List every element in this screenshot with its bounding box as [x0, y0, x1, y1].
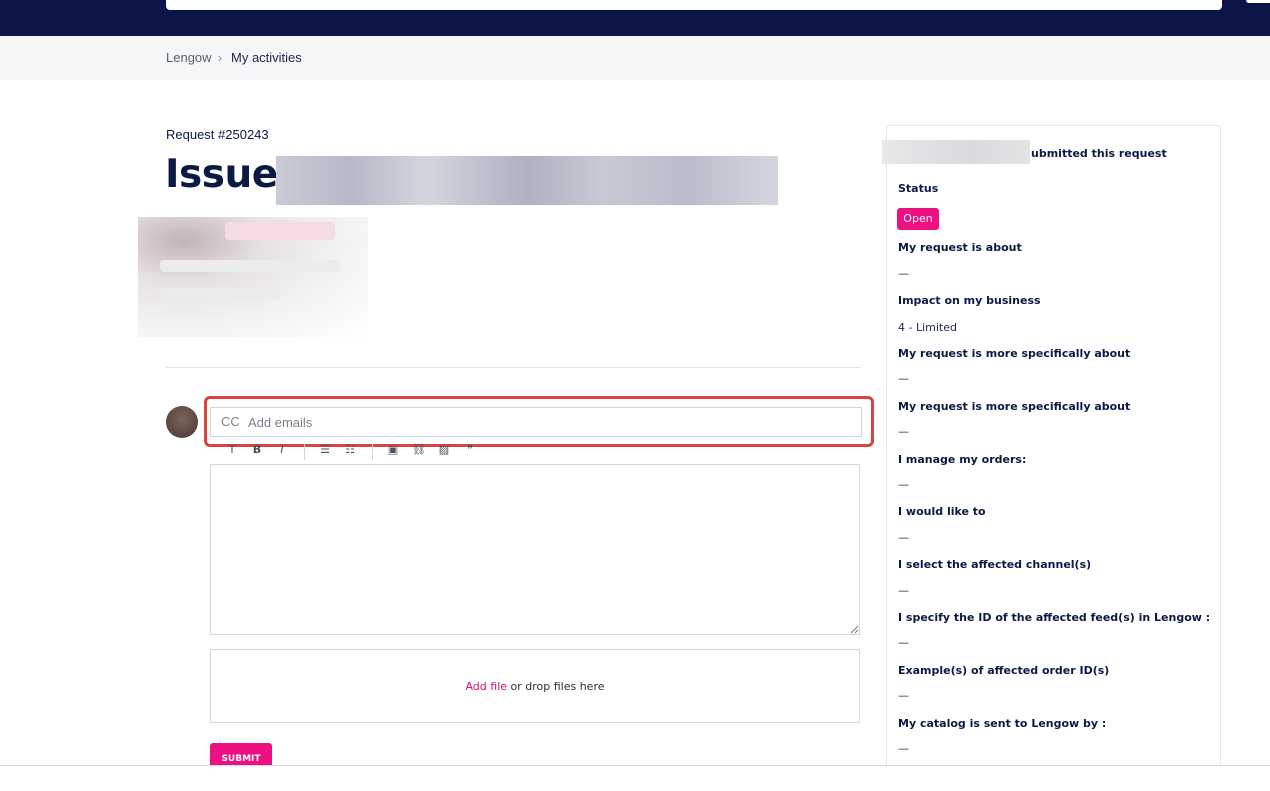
- field-label: Example(s) of affected order ID(s): [898, 664, 1110, 677]
- field-label: My request is more specifically about: [898, 347, 1131, 360]
- text-format-icon[interactable]: T: [224, 443, 240, 456]
- field-value: —: [898, 267, 909, 280]
- editor-toolbar: [210, 440, 860, 464]
- redacted-submitter-name: [882, 140, 1030, 164]
- code-block-icon[interactable]: ▣: [385, 443, 401, 456]
- field-label: My request is about: [898, 241, 1022, 254]
- field-value: —: [898, 478, 909, 491]
- numbered-list-icon[interactable]: ☷: [342, 443, 358, 456]
- image-icon[interactable]: ▨: [436, 443, 452, 456]
- page-title: Issue: [165, 152, 278, 197]
- comment-textarea[interactable]: [210, 464, 860, 635]
- submitted-text: ubmitted this request: [1031, 147, 1167, 160]
- italic-icon[interactable]: I: [274, 443, 290, 456]
- window-bottom-strip: [0, 766, 1270, 791]
- dropzone-hint: or drop files here: [507, 680, 605, 693]
- breadcrumb-current-link[interactable]: My activities: [231, 50, 302, 65]
- quote-icon[interactable]: ❞: [462, 443, 478, 456]
- breadcrumb-root-link[interactable]: Lengow: [166, 50, 212, 65]
- dropzone-text: Add file or drop files here: [210, 680, 860, 693]
- field-label: I specify the ID of the affected feed(s)…: [898, 611, 1211, 624]
- field-value: —: [898, 584, 909, 597]
- breadcrumb-separator-icon: ›: [218, 51, 222, 65]
- header-search-box[interactable]: [166, 0, 1222, 10]
- field-label: I select the affected channel(s): [898, 558, 1092, 571]
- field-value: —: [898, 689, 909, 702]
- resize-handle-icon[interactable]: [849, 624, 859, 634]
- field-value: 4 - Limited: [898, 321, 957, 334]
- field-label: Impact on my business: [898, 294, 1041, 307]
- field-label: I would like to: [898, 505, 986, 518]
- redacted-title: [276, 156, 778, 205]
- field-value: —: [898, 425, 909, 438]
- add-file-link[interactable]: Add file: [465, 680, 507, 693]
- divider: [166, 367, 861, 368]
- avatar: [166, 406, 198, 438]
- request-id: Request #250243: [166, 127, 269, 142]
- field-label: My request is more specifically about: [898, 400, 1131, 413]
- toolbar-divider: [372, 444, 373, 460]
- redacted-comment-line: [160, 260, 340, 272]
- field-value: —: [898, 636, 909, 649]
- bold-icon[interactable]: B: [249, 443, 265, 456]
- field-value: —: [898, 372, 909, 385]
- status-badge: Open: [897, 208, 939, 230]
- field-value: —: [898, 742, 909, 755]
- header-menu-button[interactable]: [1246, 0, 1270, 3]
- redacted-comment-line: [160, 288, 280, 300]
- field-label: I manage my orders:: [898, 453, 1027, 466]
- redacted-author-name: [225, 222, 335, 240]
- link-icon[interactable]: ⛓: [411, 443, 427, 456]
- status-label: Status: [898, 182, 939, 195]
- field-label: My catalog is sent to Lengow by :: [898, 717, 1107, 730]
- bullet-list-icon[interactable]: ☰: [317, 443, 333, 456]
- toolbar-divider: [304, 444, 305, 460]
- field-value: —: [898, 531, 909, 544]
